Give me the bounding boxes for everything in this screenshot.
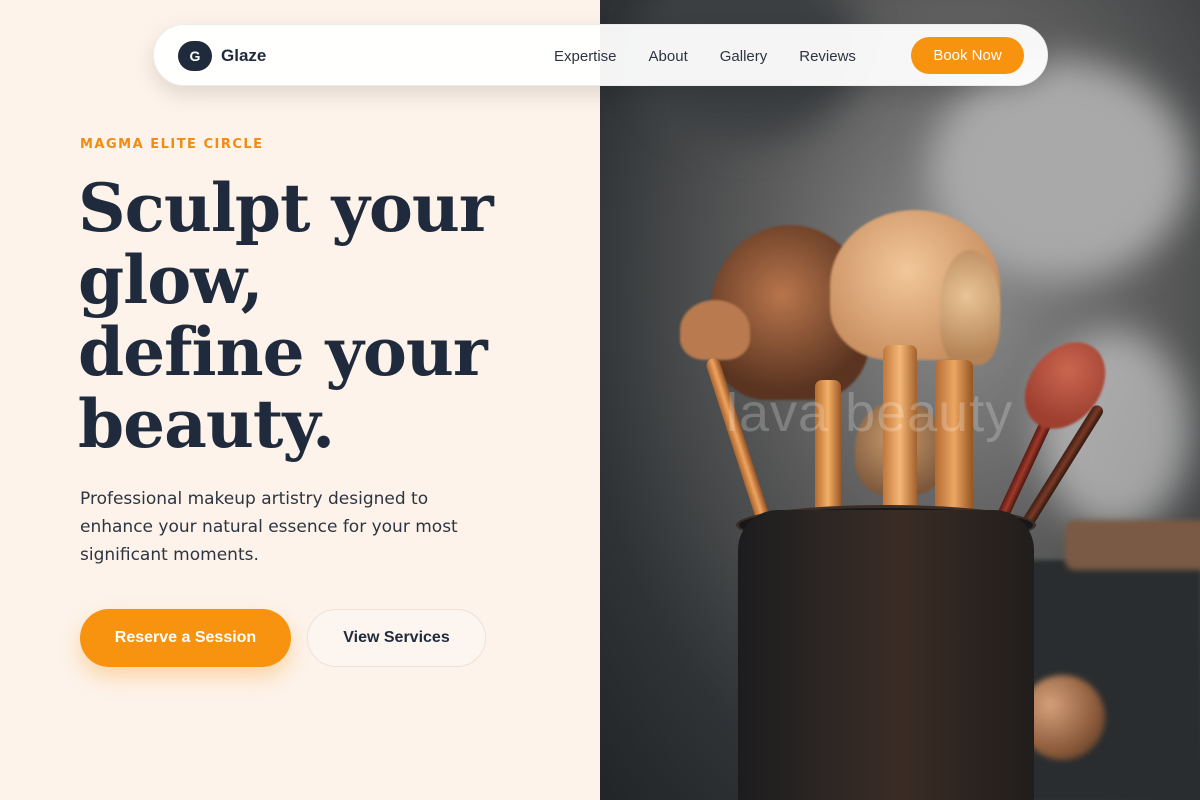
brush-head [940,250,1000,365]
headline-line: define your [78,313,488,391]
book-now-button[interactable]: Book Now [911,37,1024,74]
photo-watermark: lava beauty [726,383,1014,443]
nav-link-expertise[interactable]: Expertise [554,48,617,65]
hero-eyebrow: MAGMA ELITE CIRCLE [80,137,264,152]
brand-logo: G [178,41,212,71]
brush-head [680,300,750,360]
hero-headline: Sculpt your glow, define your beauty. [78,172,578,460]
reserve-session-button[interactable]: Reserve a Session [80,609,291,667]
headline-line: glow, [78,241,264,319]
brand[interactable]: G Glaze [178,41,266,71]
nav-links: Expertise About Gallery Reviews [554,25,888,87]
nav-link-about[interactable]: About [649,48,688,65]
hero-subtext: Professional makeup artistry designed to… [80,489,458,565]
brush-cup [738,510,1034,800]
nav-link-gallery[interactable]: Gallery [720,48,768,65]
headline-line: Sculpt your [78,169,494,247]
hero-photo: lava beauty [600,0,1200,800]
view-services-button[interactable]: View Services [307,609,486,667]
top-navbar: G Glaze Expertise About Gallery Reviews … [153,24,1048,86]
nav-link-reviews[interactable]: Reviews [799,48,856,65]
powder-compact [1065,520,1200,570]
headline-line: beauty. [78,385,335,463]
brand-name: Glaze [221,46,267,65]
